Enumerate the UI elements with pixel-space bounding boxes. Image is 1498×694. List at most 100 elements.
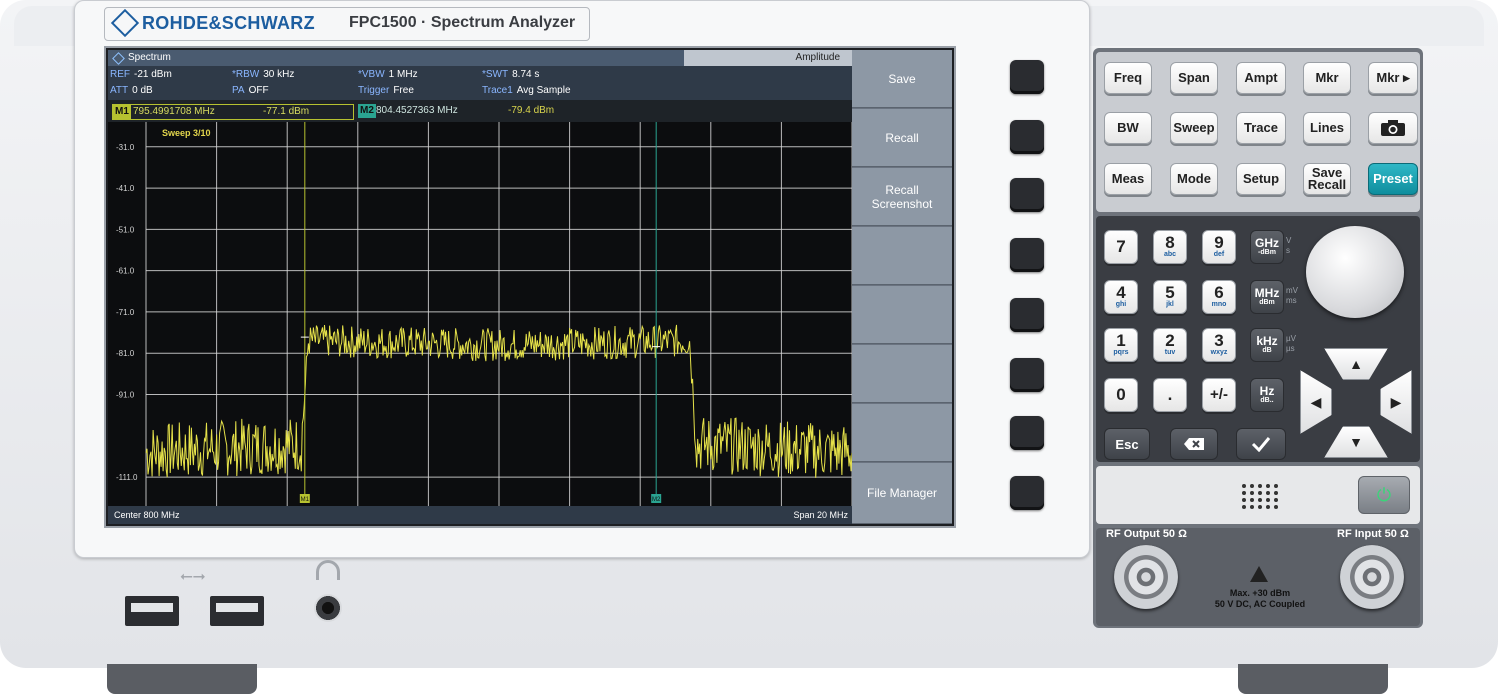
softkey-recall[interactable]: Recall — [852, 109, 952, 167]
ghz-unit-note: V s — [1286, 236, 1292, 255]
num-key-2[interactable]: 2 tuv — [1153, 328, 1187, 362]
power-button[interactable]: ⏻ — [1358, 476, 1410, 514]
speaker-hole — [1250, 505, 1254, 509]
side-key-5[interactable] — [1010, 298, 1044, 332]
brand-name: ROHDE&SCHWARZ — [142, 13, 315, 33]
arrow-left-icon: ◀ — [1310, 393, 1322, 410]
sweep-key[interactable]: Sweep — [1170, 112, 1218, 144]
softkey-save[interactable]: Save — [852, 50, 952, 108]
softkey-5[interactable] — [852, 286, 952, 344]
rotary-knob[interactable] — [1306, 226, 1404, 318]
screenshot-key[interactable] — [1368, 112, 1418, 144]
marker2-level: -79.4 dBm — [508, 105, 555, 116]
mhz-key[interactable]: MHz dBm — [1250, 280, 1284, 314]
softkey-4[interactable] — [852, 227, 952, 285]
num-key-1[interactable]: 1 pqrs — [1104, 328, 1138, 362]
arrow-left-key[interactable]: ◀ — [1300, 370, 1332, 434]
usb-port-2[interactable] — [210, 596, 264, 626]
rf-warning-line2: 50 V DC, AC Coupled — [1214, 599, 1306, 609]
y-tick-label: -41.0 — [116, 184, 135, 193]
speaker-hole — [1266, 505, 1270, 509]
mkr-key[interactable]: Mkr — [1303, 62, 1351, 94]
mkr-arrow-key[interactable]: Mkr ▸ — [1368, 62, 1418, 94]
speaker-hole — [1242, 505, 1246, 509]
span-key[interactable]: Span — [1170, 62, 1218, 94]
num-key-8[interactable]: 8 abc — [1153, 230, 1187, 264]
side-key-8[interactable] — [1010, 476, 1044, 510]
arrow-down-key[interactable]: ▼ — [1324, 426, 1388, 458]
side-key-1[interactable] — [1010, 60, 1044, 94]
marker-flag-label-2: M2 — [652, 497, 661, 503]
ampt-key[interactable]: Ampt — [1236, 62, 1286, 94]
tab-spectrum[interactable]: Spectrum — [128, 50, 171, 66]
rf-input-connector[interactable] — [1340, 545, 1404, 609]
amplitude-tab[interactable]: Amplitude — [684, 50, 852, 66]
rf-output-connector[interactable] — [1114, 545, 1178, 609]
hz-key[interactable]: Hz dB.. — [1250, 378, 1284, 412]
foot-right — [1238, 664, 1388, 694]
param-trace: Trace1 Avg Sample — [482, 85, 571, 96]
softkey-file-manager[interactable]: File Manager — [852, 463, 952, 524]
param-trigger: Trigger Free — [358, 85, 414, 96]
side-key-2[interactable] — [1010, 120, 1044, 154]
side-key-7[interactable] — [1010, 416, 1044, 450]
y-tick-label: -61.0 — [116, 267, 135, 276]
decimal-point-key[interactable]: . — [1153, 378, 1187, 412]
y-tick-label: -71.0 — [116, 308, 135, 317]
speaker-hole — [1258, 498, 1262, 502]
arrow-right-key[interactable]: ▶ — [1380, 370, 1412, 434]
marker-readout-row: M1 795.4991708 MHz -77.1 dBm M2 804.4527… — [108, 100, 852, 122]
marker2-tag: M2 — [358, 104, 376, 118]
param-att: ATT 0 dB — [110, 85, 153, 96]
side-key-6[interactable] — [1010, 358, 1044, 392]
marker2-readout[interactable]: M2 804.4527363 MHz -79.4 dBm — [358, 104, 638, 118]
lines-key[interactable]: Lines — [1303, 112, 1351, 144]
enter-key[interactable] — [1236, 428, 1286, 460]
y-tick-label: -51.0 — [116, 225, 135, 234]
num-key-4[interactable]: 4 ghi — [1104, 280, 1138, 314]
num-key-3[interactable]: 3 wxyz — [1202, 328, 1236, 362]
camera-icon — [1381, 120, 1405, 136]
marker1-readout[interactable]: M1 795.4991708 MHz -77.1 dBm — [112, 104, 354, 120]
esc-key[interactable]: Esc — [1104, 428, 1150, 460]
num-key-9[interactable]: 9 def — [1202, 230, 1236, 264]
usb-port-1[interactable] — [125, 596, 179, 626]
trace-key[interactable]: Trace — [1236, 112, 1286, 144]
softkey-recall-screenshot[interactable]: Recall Screenshot — [852, 168, 952, 226]
softkey-7[interactable] — [852, 404, 952, 462]
num-key-6[interactable]: 6 mno — [1202, 280, 1236, 314]
span-value[interactable]: Span 20 MHz — [793, 506, 848, 524]
sweep-status: Sweep 3/10 — [162, 128, 211, 138]
headphone-jack[interactable] — [314, 594, 342, 622]
khz-key[interactable]: kHz dB — [1250, 328, 1284, 362]
checkmark-icon — [1251, 437, 1271, 452]
backspace-key[interactable] — [1170, 428, 1218, 460]
meas-key[interactable]: Meas — [1104, 163, 1152, 195]
side-key-4[interactable] — [1010, 238, 1044, 272]
preset-key[interactable]: Preset — [1368, 163, 1418, 195]
num-key-5[interactable]: 5 jkl — [1153, 280, 1187, 314]
speaker-hole — [1274, 498, 1278, 502]
arrow-up-key[interactable]: ▲ — [1324, 348, 1388, 380]
mode-key[interactable]: Mode — [1170, 163, 1218, 195]
marker1-level: -77.1 dBm — [263, 106, 310, 117]
screen-footer: Center 800 MHz Span 20 MHz — [108, 506, 852, 524]
spectrum-plot[interactable]: -31.0 -41.0 -51.0 -61.0 -71.0 -81.0 -91.0 -111.… — [110, 122, 852, 506]
setup-key[interactable]: Setup — [1236, 163, 1286, 195]
softkey-6[interactable] — [852, 345, 952, 403]
bw-key[interactable]: BW — [1104, 112, 1152, 144]
num-key-7[interactable]: 7 — [1104, 230, 1138, 264]
save-recall-key[interactable]: Save Recall — [1303, 163, 1351, 195]
speaker-hole — [1242, 484, 1246, 488]
marker-flag-label-1: M1 — [301, 497, 310, 503]
sign-key[interactable]: +/- — [1202, 378, 1236, 412]
speaker-hole — [1274, 484, 1278, 488]
y-tick-label: -31.0 — [116, 143, 135, 152]
speaker-hole — [1266, 491, 1270, 495]
arrow-down-icon: ▼ — [1349, 434, 1363, 450]
side-key-3[interactable] — [1010, 178, 1044, 212]
freq-key[interactable]: Freq — [1104, 62, 1152, 94]
ghz-key[interactable]: GHz -dBm — [1250, 230, 1284, 264]
num-key-0[interactable]: 0 — [1104, 378, 1138, 412]
center-frequency[interactable]: Center 800 MHz — [114, 506, 180, 524]
